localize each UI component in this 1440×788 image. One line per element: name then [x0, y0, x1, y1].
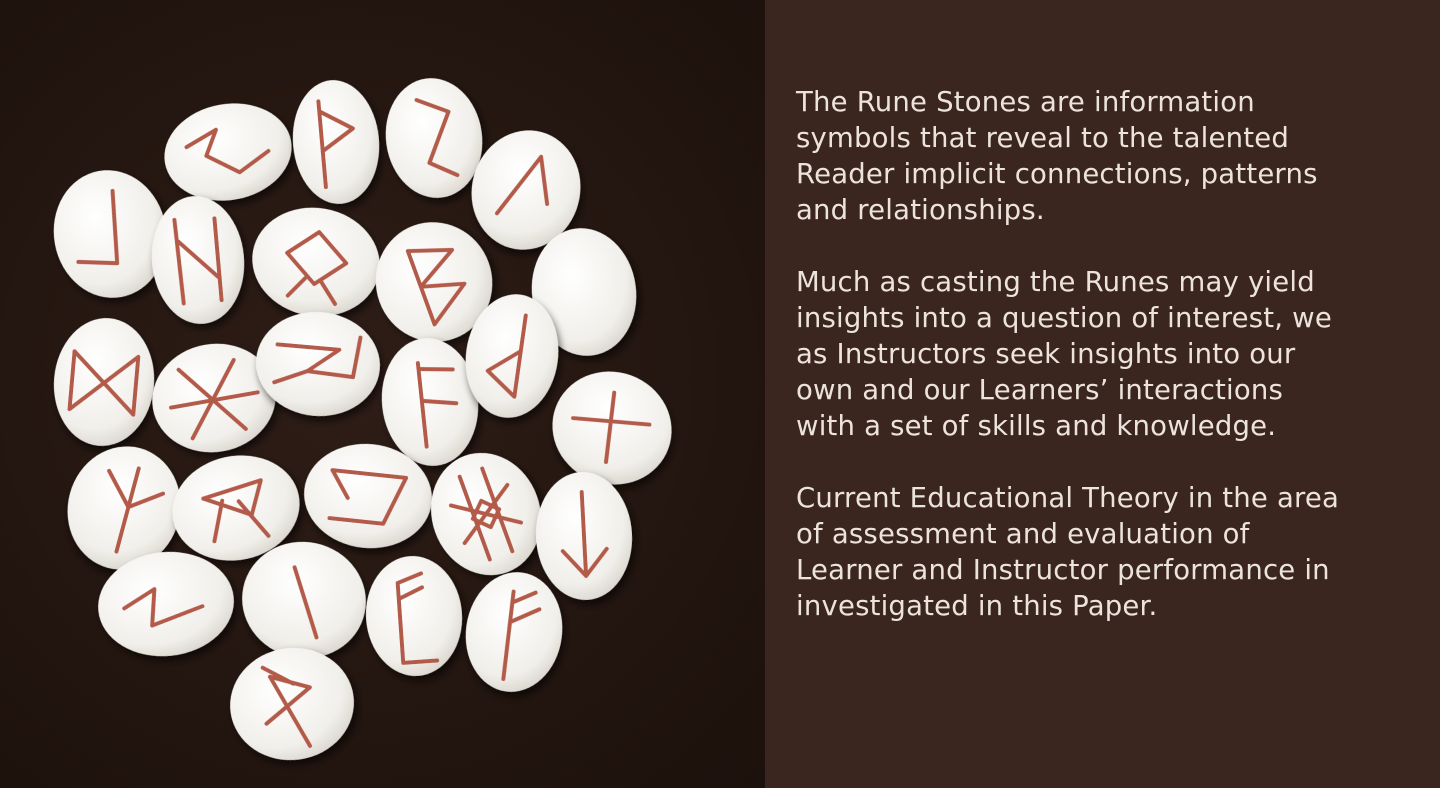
rune-stone [292, 80, 380, 204]
rune-stone [465, 572, 563, 692]
rune-stone [53, 318, 155, 446]
rune-stone [164, 103, 292, 201]
body-text: The Rune Stones are information symbols … [796, 84, 1426, 660]
paragraph-insights: Much as casting the Runes may yield insi… [796, 266, 1332, 442]
rune-stones-illustration [53, 78, 672, 761]
text-panel: The Rune Stones are information symbols … [765, 0, 1440, 788]
rune-stones-photo [0, 0, 765, 788]
rune-stone [535, 472, 633, 600]
paragraph-theory: Current Educational Theory in the area o… [796, 482, 1340, 622]
rune-stone [230, 647, 354, 761]
slide: The Rune Stones are information symbols … [0, 0, 1440, 788]
rune-stone [365, 556, 463, 676]
rune-stone [252, 207, 380, 317]
paragraph-intro: The Rune Stones are information symbols … [796, 86, 1318, 226]
rune-stone [552, 371, 672, 485]
